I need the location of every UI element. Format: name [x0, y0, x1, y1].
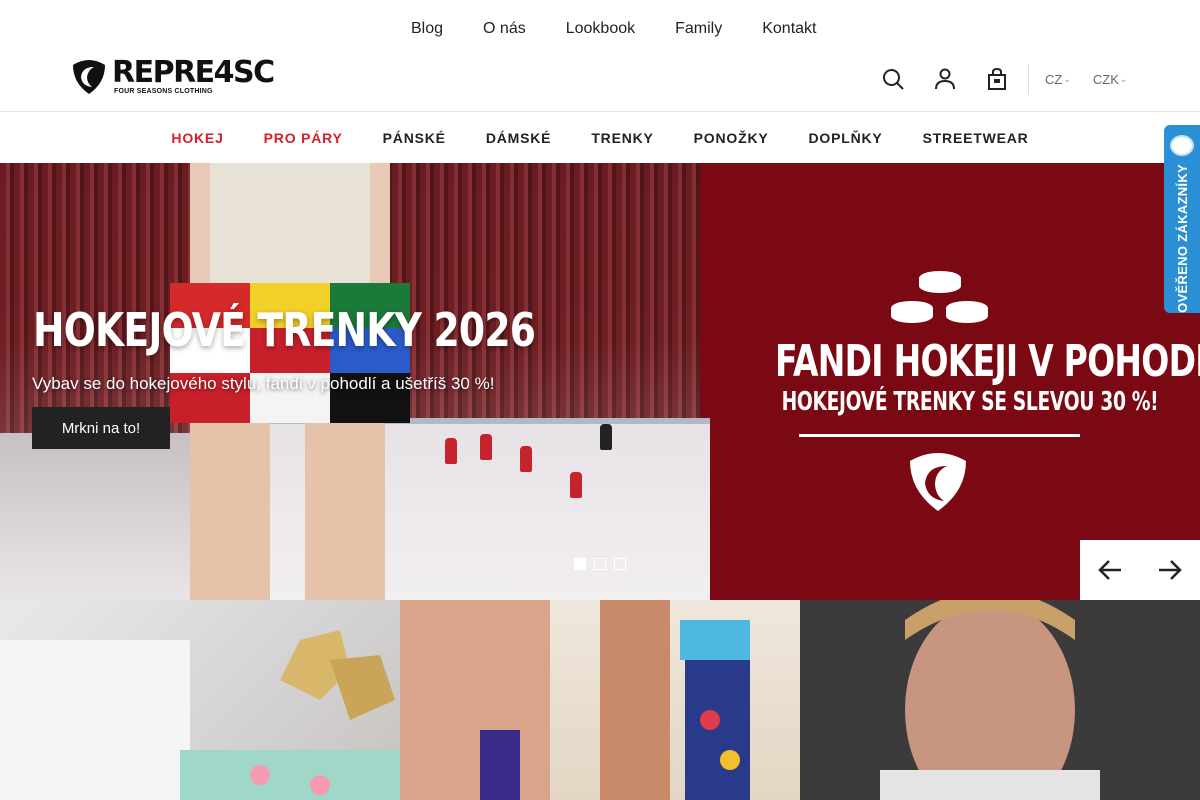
- tile-image: [400, 600, 750, 800]
- chevron-down-icon: ⌄: [1119, 73, 1128, 84]
- top-link-kontakt[interactable]: Kontakt: [762, 20, 816, 38]
- cart-icon: [988, 67, 1006, 90]
- slider-arrows: [1080, 540, 1200, 600]
- logo-shield-icon: [73, 60, 105, 94]
- top-link-o-nas[interactable]: O nás: [483, 20, 526, 38]
- top-links: Blog O nás Lookbook Family Kontakt: [411, 20, 816, 38]
- category-tile-men[interactable]: [800, 600, 1200, 800]
- user-icon: [935, 68, 955, 90]
- currency-value: CZK: [1092, 71, 1119, 87]
- nav-item-panske[interactable]: PÁNSKÉ: [383, 130, 446, 146]
- next-slide-button[interactable]: [1140, 540, 1200, 600]
- promo-headline: FANDI HOKEJI V POHODLÍ!: [775, 336, 1200, 387]
- slider-dot-1[interactable]: [574, 558, 586, 570]
- account-button[interactable]: [932, 66, 958, 92]
- brand-shield-icon: [910, 453, 966, 511]
- promo-subheadline: HOKEJOVÉ TRENKY SE SLEVOU 30 %!: [781, 387, 1159, 417]
- verified-customers-badge[interactable]: OVĚŘENO ZÁKAZNÍKY: [1164, 125, 1200, 313]
- chevron-down-icon: ⌄: [1063, 73, 1071, 84]
- hero-subtitle: Vybav se do hokejového stylu, fandi v po…: [32, 374, 495, 393]
- hero-title: HOKEJOVÉ TRENKY 2026: [33, 303, 536, 357]
- top-link-family[interactable]: Family: [675, 20, 722, 38]
- badge-label: OVĚŘENO ZÁKAZNÍKY: [1174, 164, 1190, 313]
- hero-slider[interactable]: HOKEJOVÉ TRENKY 2026 Vybav se do hokejov…: [0, 163, 1200, 600]
- nav-item-doplnky[interactable]: DOPLŇKY: [809, 130, 883, 146]
- arrow-right-icon: [1159, 560, 1182, 580]
- search-button[interactable]: [880, 66, 906, 92]
- tile-image: [800, 600, 1200, 800]
- category-tile-couples[interactable]: [0, 600, 400, 800]
- promo-divider: [799, 434, 1080, 437]
- slider-dot-2[interactable]: [594, 558, 606, 570]
- header-divider: [1028, 64, 1029, 94]
- language-select[interactable]: CZ ⌄: [1045, 72, 1071, 87]
- header-actions: CZ ⌄ CZK ⌄: [880, 64, 1149, 94]
- nav-item-hokej[interactable]: HOKEJ: [171, 130, 223, 146]
- currency-select[interactable]: CZK ⌄: [1093, 72, 1128, 87]
- arrow-left-icon: [1098, 560, 1121, 580]
- nav-item-streetwear[interactable]: STREETWEAR: [923, 130, 1029, 146]
- header: REPRE4SC FOUR SEASONS CLOTHING CZ ⌄ CZK ⌄: [0, 56, 1200, 112]
- language-value: CZ: [1045, 71, 1063, 87]
- hockey-player: [570, 472, 582, 498]
- hero-cta-button[interactable]: Mrkni na to!: [32, 407, 170, 449]
- main-nav: HOKEJ PRO PÁRY PÁNSKÉ DÁMSKÉ TRENKY PONO…: [0, 113, 1200, 163]
- category-tile-socks[interactable]: [400, 600, 800, 800]
- nav-item-damske[interactable]: DÁMSKÉ: [486, 130, 551, 146]
- logo-tagline: FOUR SEASONS CLOTHING: [114, 87, 213, 95]
- prev-slide-button[interactable]: [1080, 540, 1140, 600]
- cart-button[interactable]: [984, 66, 1010, 92]
- slider-dots: [574, 558, 626, 570]
- logo-wordmark: REPRE4SC: [112, 54, 275, 90]
- top-link-lookbook[interactable]: Lookbook: [566, 20, 635, 38]
- hockey-player: [520, 446, 532, 472]
- nav-item-pro-pary[interactable]: PRO PÁRY: [264, 130, 343, 146]
- hockey-player: [480, 434, 492, 460]
- hockey-player: [600, 424, 612, 450]
- nav-item-ponozky[interactable]: PONOŽKY: [694, 130, 769, 146]
- category-tiles: [0, 600, 1200, 800]
- hockey-pucks-icon: [891, 271, 988, 323]
- logo[interactable]: REPRE4SC FOUR SEASONS CLOTHING: [70, 54, 275, 96]
- verified-seal-icon: [1170, 135, 1194, 157]
- top-link-blog[interactable]: Blog: [411, 20, 443, 38]
- tile-image: [0, 630, 400, 800]
- slider-dot-3[interactable]: [614, 558, 626, 570]
- search-icon: [883, 69, 904, 90]
- nav-item-trenky[interactable]: TRENKY: [591, 130, 653, 146]
- hockey-player: [445, 438, 457, 464]
